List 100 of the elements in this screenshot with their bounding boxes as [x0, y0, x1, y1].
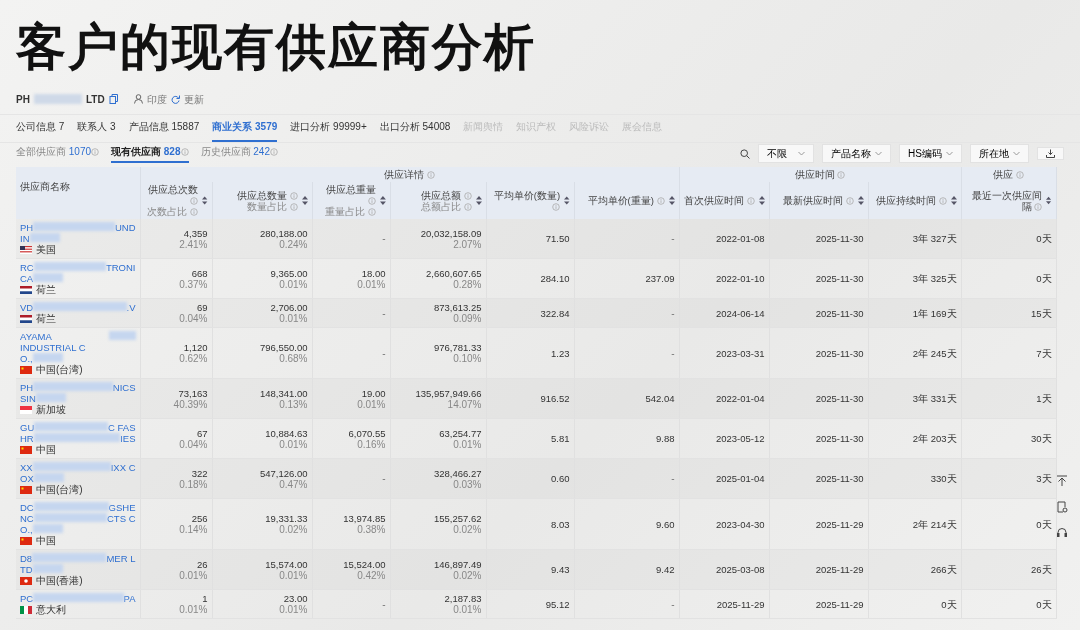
sub-tab[interactable]: 现有供应商 828 [111, 144, 189, 163]
table-cell-text: 8.03 [550, 518, 570, 530]
supplier-name[interactable]: XX [20, 462, 33, 473]
chevron-icon [798, 151, 806, 156]
download-button[interactable] [1037, 147, 1064, 160]
refresh-link[interactable]: 更新 [183, 91, 204, 107]
sort-icon [301, 196, 308, 205]
supplier-name[interactable]: CA [20, 273, 34, 284]
refresh-icon[interactable] [170, 94, 180, 104]
share-percent: 0.01% [278, 604, 308, 615]
share-percent: 0.01% [278, 569, 308, 581]
sub-tab[interactable]: 历史供应商 242 [200, 144, 278, 163]
supplier-name[interactable]: DC [20, 502, 34, 513]
supplier-name[interactable]: IXX C [110, 462, 136, 473]
info-icon [938, 197, 947, 206]
table-cell-text: 0.60 [550, 473, 570, 484]
table-cell-text: 7天 [1035, 347, 1052, 359]
column-header[interactable]: 最新供应时间 [769, 182, 868, 219]
table-cell-text: 1 [201, 593, 208, 604]
supplier-name[interactable]: MER L [106, 553, 136, 564]
supplier-name[interactable]: RC [20, 262, 34, 273]
supplier-name[interactable]: .V [126, 302, 136, 313]
column-header[interactable]: 平均单价(数量) [486, 182, 574, 219]
supplier-name[interactable]: D8 [20, 553, 33, 564]
column-header[interactable]: 平均单价(重量) [574, 182, 679, 219]
table-cell-text: 26天 [1029, 564, 1052, 575]
column-header[interactable]: 首次供应时间 [679, 182, 769, 219]
supplier-name[interactable]: GSHE [108, 502, 136, 513]
empty-value: - [671, 233, 675, 244]
supplier-name[interactable]: PH [20, 222, 34, 233]
filter-dropdown[interactable]: 所在地 [970, 144, 1029, 163]
search-icon[interactable] [740, 148, 751, 159]
supplier-name[interactable]: TD [20, 564, 33, 575]
filter-dropdown[interactable]: HS编码 [899, 144, 962, 163]
table-cell-text: 4,359 [182, 227, 208, 239]
sub-tab[interactable]: 全部供应商 1070 [16, 144, 100, 163]
document-icon[interactable] [1056, 501, 1068, 513]
supplier-name[interactable]: SIN [20, 393, 36, 404]
flag-icon [20, 536, 32, 545]
tab[interactable]: 进口分析 99999+ [290, 115, 367, 142]
supplier-name[interactable]: PH [20, 382, 34, 393]
company-name: LTD [85, 92, 105, 107]
copy-icon[interactable] [108, 94, 118, 104]
supplier-name[interactable]: HR [20, 433, 34, 444]
empty-value: - [382, 307, 386, 319]
column-header[interactable]: 供应总数量 数量占比 [212, 182, 312, 219]
tab[interactable]: 出口分析 54008 [379, 115, 451, 142]
country-label: 荷兰 [36, 284, 56, 295]
column-header[interactable]: 供应总额 总额占比 [390, 182, 486, 219]
supplier-name[interactable]: IN [20, 233, 30, 244]
info-icon [426, 171, 435, 180]
empty-value: - [671, 347, 675, 359]
table-cell-text: 3天 [1035, 473, 1052, 484]
table-cell-text: 542.04 [644, 393, 675, 404]
supplier-name[interactable]: VD [20, 302, 34, 313]
table-cell-text: 148,341.00 [258, 387, 308, 399]
column-header[interactable]: 供应总次数 次数占比 [140, 182, 212, 219]
supplier-name[interactable]: O., [20, 524, 33, 535]
supplier-name[interactable]: IES [120, 433, 136, 444]
column-header[interactable]: 供应持续时间 [868, 182, 962, 219]
sort-icon [1046, 196, 1052, 205]
supplier-name[interactable]: TRONI [105, 262, 136, 273]
sort-icon [668, 196, 675, 205]
filter-dropdown[interactable]: 产品名称 [822, 144, 892, 163]
share-percent: 0.01% [356, 278, 386, 290]
column-header[interactable]: 供应总重量 重量占比 [312, 182, 390, 219]
supplier-name[interactable]: C FAS [108, 422, 136, 433]
supplier-name[interactable]: NICS [112, 382, 136, 393]
supplier-name[interactable]: GU [20, 422, 35, 433]
table-cell-text: 280,188.00 [258, 227, 308, 239]
share-percent: 0.01% [178, 604, 208, 615]
supplier-name[interactable]: NC [20, 513, 34, 524]
redaction-mark [29, 233, 60, 242]
headset-icon[interactable] [1056, 527, 1068, 539]
table-cell-text: 916.52 [539, 393, 570, 404]
share-percent: 0.01% [356, 398, 386, 410]
tab[interactable]: 联系人 3 [77, 115, 116, 142]
share-percent: 0.01% [178, 569, 208, 581]
share-percent: 0.04% [178, 313, 208, 324]
tab[interactable]: 商业关系 3579 [212, 115, 278, 142]
supplier-name[interactable]: UND [114, 222, 136, 233]
column-header[interactable]: 最近一次供应间隔 [961, 182, 1057, 219]
supplier-name[interactable]: CTS C [107, 513, 136, 524]
share-percent: 0.01% [278, 313, 308, 324]
country-label: 美国 [36, 244, 56, 255]
sort-icon [950, 196, 957, 205]
supplier-name[interactable]: OX [20, 473, 34, 484]
supplier-name[interactable]: PC [20, 593, 34, 604]
back-to-top-icon[interactable] [1056, 475, 1068, 487]
country-label: 中国(台湾) [36, 364, 83, 375]
table-cell-text: 2025-11-30 [814, 347, 864, 359]
tab[interactable]: 公司信息 7 [16, 115, 65, 142]
supplier-name[interactable]: O., [20, 353, 33, 364]
supplier-name[interactable]: PA [123, 593, 136, 604]
table-cell-text: 9.88 [655, 433, 675, 444]
share-percent: 0.16% [356, 438, 386, 450]
tab[interactable]: 产品信息 15887 [128, 115, 200, 142]
supplier-name[interactable]: AYAMA INDUSTRIAL C [20, 331, 109, 353]
filter-dropdown[interactable]: 不限 [758, 144, 815, 163]
flag-icon [20, 245, 32, 254]
